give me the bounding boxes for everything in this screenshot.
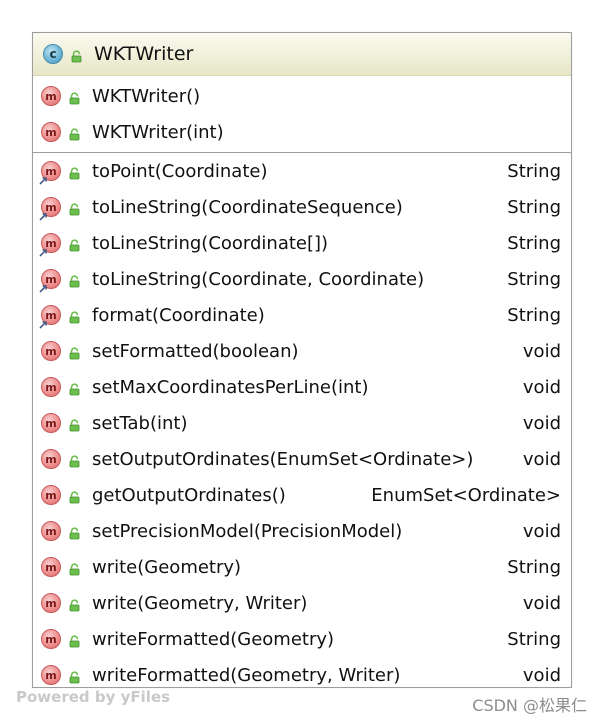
override-arrow-icon (39, 211, 48, 221)
method-signature: writeFormatted(Geometry, Writer) (92, 664, 401, 686)
method-row[interactable]: m setFormatted(boolean) void (33, 333, 571, 369)
method-signature: getOutputOrdinates() (92, 484, 286, 506)
method-signature: setTab(int) (92, 412, 188, 434)
method-signature: writeFormatted(Geometry) (92, 628, 335, 650)
method-return-type: String (507, 160, 561, 182)
public-lock-icon (71, 48, 82, 62)
method-icon: m (41, 341, 61, 361)
method-row[interactable]: m toLineString(Coordinate, Coordinate) Str… (33, 261, 571, 297)
public-lock-icon (69, 561, 80, 575)
method-icon: m (41, 86, 61, 106)
method-row[interactable]: m toLineString(CoordinateSequence) String (33, 189, 571, 225)
method-icon: m (41, 557, 61, 577)
method-row[interactable]: m format(Coordinate) String (33, 297, 571, 333)
watermark-author: CSDN @松果仁 (472, 696, 587, 715)
method-icon: m (41, 665, 61, 685)
public-lock-icon (69, 345, 80, 359)
method-return-type: void (522, 520, 561, 542)
method-return-type: void (522, 376, 561, 398)
public-lock-icon (69, 201, 80, 215)
public-lock-icon (69, 309, 80, 323)
public-lock-icon (69, 237, 80, 251)
watermark-powered-by: Powered by yFiles (16, 688, 171, 706)
public-lock-icon (69, 417, 80, 431)
method-signature: format(Coordinate) (92, 304, 265, 326)
method-signature: toLineString(Coordinate[]) (92, 232, 329, 254)
method-return-type: void (522, 664, 561, 686)
method-return-type: void (522, 592, 561, 614)
public-lock-icon (69, 633, 80, 647)
method-return-type: String (507, 232, 561, 254)
override-arrow-icon (39, 283, 48, 293)
method-signature: WKTWriter(int) (92, 121, 224, 143)
override-arrow-icon (39, 319, 48, 329)
method-return-type: void (522, 412, 561, 434)
public-lock-icon (69, 165, 80, 179)
method-row[interactable]: m toPoint(Coordinate) String (33, 153, 571, 189)
method-row[interactable]: m getOutputOrdinates() EnumSet<Ordinate> (33, 477, 571, 513)
method-icon: m (41, 593, 61, 613)
constructor-section: m WKTWriter() m WKTWriter(int) (33, 76, 571, 153)
method-icon: m (39, 305, 61, 329)
method-return-type: void (522, 448, 561, 470)
method-return-type: String (507, 304, 561, 326)
method-icon: m (41, 413, 61, 433)
method-icon: m (41, 629, 61, 649)
public-lock-icon (69, 525, 80, 539)
method-signature: write(Geometry, Writer) (92, 592, 308, 614)
constructor-row[interactable]: m WKTWriter(int) (33, 114, 571, 150)
method-icon: m (39, 161, 61, 185)
class-name: WKTWriter (94, 43, 194, 65)
method-icon: m (39, 233, 61, 257)
method-row[interactable]: m write(Geometry, Writer) void (33, 585, 571, 621)
method-icon: m (39, 197, 61, 221)
method-return-type: EnumSet<Ordinate> (371, 484, 561, 506)
public-lock-icon (69, 126, 80, 140)
public-lock-icon (69, 669, 80, 683)
public-lock-icon (69, 90, 80, 104)
method-signature: setPrecisionModel(PrecisionModel) (92, 520, 403, 542)
method-signature: toPoint(Coordinate) (92, 160, 268, 182)
method-signature: setOutputOrdinates(EnumSet<Ordinate>) (92, 448, 474, 470)
method-section: m toPoint(Coordinate) String m toLineString(… (33, 153, 571, 693)
override-arrow-icon (39, 247, 48, 257)
public-lock-icon (69, 489, 80, 503)
public-lock-icon (69, 381, 80, 395)
public-lock-icon (69, 597, 80, 611)
method-return-type: String (507, 196, 561, 218)
method-return-type: String (507, 628, 561, 650)
method-row[interactable]: m write(Geometry) String (33, 549, 571, 585)
method-signature: setMaxCoordinatesPerLine(int) (92, 376, 369, 398)
override-arrow-icon (39, 175, 48, 185)
method-signature: WKTWriter() (92, 85, 201, 107)
method-signature: setFormatted(boolean) (92, 340, 299, 362)
method-row[interactable]: m setMaxCoordinatesPerLine(int) void (33, 369, 571, 405)
method-icon: m (41, 485, 61, 505)
method-signature: toLineString(Coordinate, Coordinate) (92, 268, 425, 290)
method-icon: m (41, 377, 61, 397)
method-signature: write(Geometry) (92, 556, 242, 578)
constructor-row[interactable]: m WKTWriter() (33, 78, 571, 114)
method-row[interactable]: m setPrecisionModel(PrecisionModel) void (33, 513, 571, 549)
public-lock-icon (69, 453, 80, 467)
method-icon: m (41, 521, 61, 541)
uml-class-box[interactable]: c WKTWriter m WKTWriter() m WKTWriter(int) … (32, 32, 572, 688)
class-header[interactable]: c WKTWriter (33, 33, 571, 76)
method-row[interactable]: m writeFormatted(Geometry) String (33, 621, 571, 657)
method-signature: toLineString(CoordinateSequence) (92, 196, 403, 218)
method-icon: m (39, 269, 61, 293)
method-row[interactable]: m setTab(int) void (33, 405, 571, 441)
method-icon: m (41, 449, 61, 469)
method-return-type: String (507, 556, 561, 578)
method-row[interactable]: m setOutputOrdinates(EnumSet<Ordinate>) vo… (33, 441, 571, 477)
method-row[interactable]: m toLineString(Coordinate[]) String (33, 225, 571, 261)
method-return-type: String (507, 268, 561, 290)
class-icon: c (43, 44, 63, 64)
method-return-type: void (522, 340, 561, 362)
method-icon: m (41, 122, 61, 142)
public-lock-icon (69, 273, 80, 287)
